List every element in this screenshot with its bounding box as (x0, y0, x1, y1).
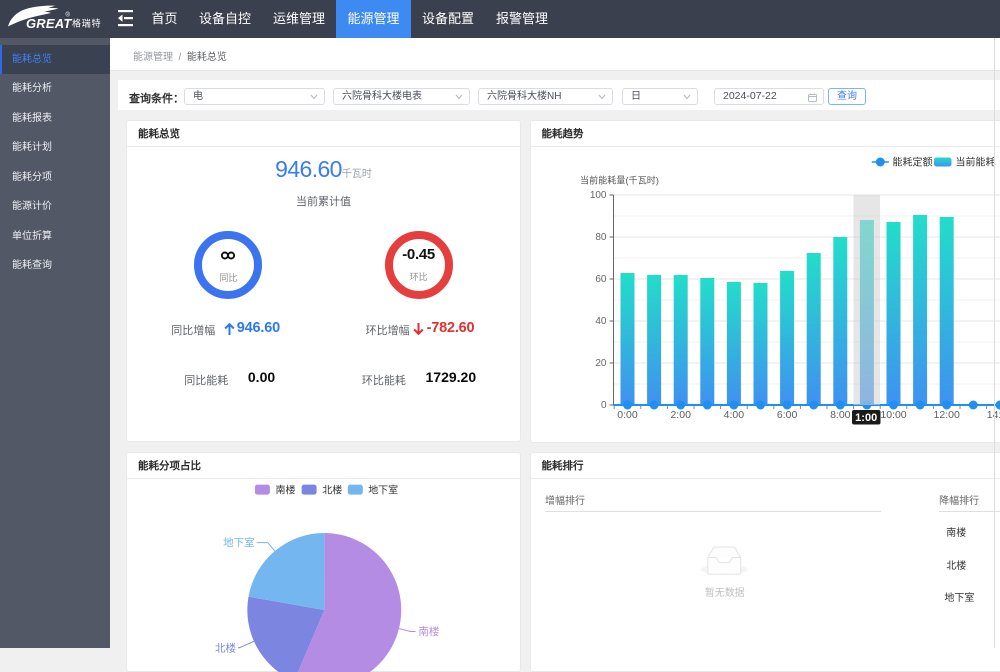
svg-text:12:00: 12:00 (933, 409, 959, 421)
svg-text:0:00: 0:00 (617, 409, 638, 421)
svg-text:北楼: 北楼 (322, 484, 342, 497)
svg-text:20: 20 (595, 358, 607, 369)
svg-text:0: 0 (600, 400, 606, 411)
svg-text:能耗定额: 能耗定额 (892, 156, 932, 169)
svg-text:®: ® (66, 12, 71, 19)
svg-text:6:00: 6:00 (776, 409, 797, 421)
svg-text:南楼: 南楼 (276, 484, 296, 497)
svg-text:10:00: 10:00 (880, 409, 906, 421)
svg-text:8:00: 8:00 (830, 409, 851, 421)
svg-text:60: 60 (595, 274, 607, 285)
svg-text:1:00: 1:00 (855, 412, 877, 424)
svg-text:40: 40 (595, 316, 607, 327)
svg-text:格瑞特: 格瑞特 (72, 18, 101, 29)
svg-text:地下室: 地下室 (368, 484, 398, 497)
svg-text:4:00: 4:00 (723, 409, 744, 421)
svg-text:当前能耗量(千瓦时): 当前能耗量(千瓦时) (580, 175, 659, 186)
svg-text:80: 80 (595, 232, 607, 243)
svg-text:2:00: 2:00 (670, 409, 691, 421)
svg-text:当前能耗: 当前能耗 (955, 156, 995, 169)
svg-text:地下室: 地下室 (223, 536, 255, 549)
svg-text:100: 100 (589, 190, 606, 201)
svg-text:南楼: 南楼 (418, 625, 439, 638)
